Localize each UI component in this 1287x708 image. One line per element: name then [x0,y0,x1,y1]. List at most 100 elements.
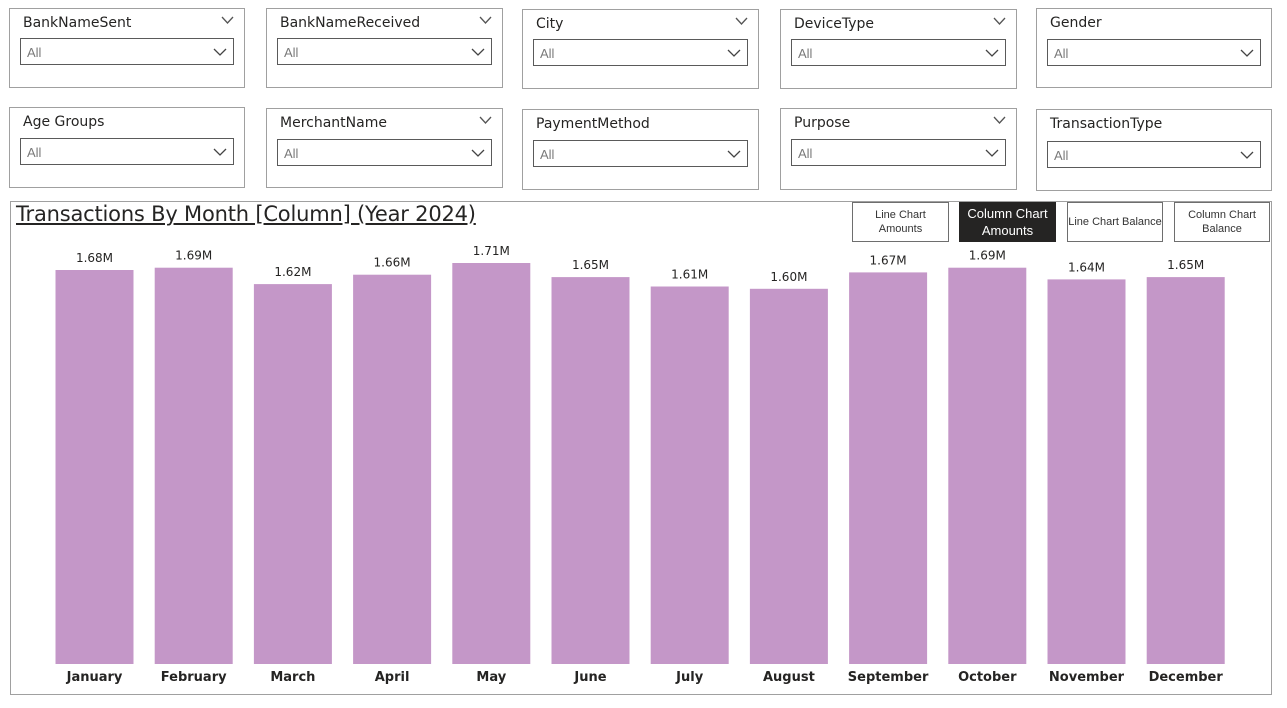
data-label: 1.69M [969,249,1006,263]
data-label: 1.69M [175,249,212,263]
chevron-down-icon [213,48,227,56]
slicer-dropdown[interactable]: All [533,39,748,66]
slicer-city: City All [522,9,759,89]
slicer-purpose: Purpose All [780,108,1017,190]
data-label: 1.65M [572,258,609,272]
data-label: 1.64M [1068,260,1105,274]
line-chart-amounts-button[interactable]: Line Chart Amounts [852,202,949,242]
slicer-dropdown[interactable]: All [1047,39,1261,66]
slicer-merchant-name: MerchantName All [266,108,503,188]
chevron-down-icon [1240,49,1254,57]
slicer-value: All [1054,46,1069,61]
bar-march[interactable] [253,284,332,664]
category-label: August [763,670,815,685]
chevron-down-icon[interactable] [221,15,234,25]
category-label: February [161,670,227,685]
slicer-value: All [540,46,555,61]
chevron-down-icon [213,148,227,156]
slicer-device-type: DeviceType All [780,9,1017,89]
category-label: January [66,670,123,685]
slicer-dropdown[interactable]: All [277,38,492,65]
slicer-dropdown[interactable]: All [20,38,234,65]
data-label: 1.60M [770,270,807,284]
category-label: July [675,670,704,685]
chevron-down-icon [985,49,999,57]
bar-september[interactable] [849,272,928,664]
slicer-title: BankNameSent [23,15,132,31]
column-chart: 1.68M January 1.69M February 1.62M March 1.66M… [55,244,1225,685]
button-label: Column Chart Balance [1188,209,1256,235]
bar-december[interactable] [1146,277,1225,664]
data-label: 1.62M [274,265,311,279]
button-label: Column Chart Amounts [967,206,1048,238]
bar-may[interactable] [452,263,531,664]
slicer-gender: Gender All [1036,8,1272,88]
button-label: Line Chart Amounts [875,209,926,235]
chart-title: Transactions By Month [Column] (Year 202… [16,202,476,226]
slicer-title: Gender [1050,15,1102,31]
slicer-value: All [27,45,42,60]
bar-february[interactable] [154,267,233,664]
bar-july[interactable] [650,286,729,665]
slicer-title: Age Groups [23,114,105,130]
slicer-transaction-type: TransactionType All [1036,109,1272,191]
chevron-down-icon[interactable] [735,16,748,26]
slicer-dropdown[interactable]: All [791,39,1006,66]
data-label: 1.66M [374,256,411,270]
chart-panel: 1.68M January 1.69M February 1.62M March 1.66M… [10,201,1272,695]
slicer-dropdown[interactable]: All [533,140,748,167]
category-label: October [958,670,1017,685]
data-label: 1.68M [76,251,113,265]
data-label: 1.65M [1167,258,1204,272]
category-label: April [375,670,410,685]
slicer-value: All [284,146,299,161]
slicer-value: All [284,45,299,60]
bar-november[interactable] [1047,279,1126,664]
slicer-dropdown[interactable]: All [791,139,1006,166]
category-label: June [573,670,606,685]
slicer-title: DeviceType [794,16,875,32]
slicer-value: All [798,146,813,161]
chevron-down-icon [985,149,999,157]
slicer-value: All [27,145,42,160]
slicer-title: City [536,16,564,32]
category-label: May [476,670,506,685]
chevron-down-icon [471,149,485,157]
slicer-dropdown[interactable]: All [20,138,234,165]
column-chart-amounts-button[interactable]: Column Chart Amounts [959,202,1056,242]
slicer-dropdown[interactable]: All [1047,141,1261,168]
slicer-value: All [540,147,555,162]
category-label: September [848,670,929,685]
category-label: March [270,670,315,685]
bar-april[interactable] [353,274,432,664]
chevron-down-icon[interactable] [479,15,492,25]
slicer-value: All [1054,148,1069,163]
data-label: 1.67M [870,253,907,267]
category-label: December [1149,670,1224,685]
slicer-title: BankNameReceived [280,15,421,31]
chevron-down-icon [727,49,741,57]
bar-august[interactable] [749,288,828,664]
slicer-title: Purpose [794,115,851,131]
slicer-age-groups: Age Groups All [9,107,245,188]
chevron-down-icon[interactable] [993,115,1006,125]
slicer-bank-name-sent: BankNameSent All [9,8,245,88]
slicer-title: MerchantName [280,115,387,131]
category-label: November [1049,670,1125,685]
line-chart-balance-button[interactable]: Line Chart Balance [1067,202,1163,242]
chevron-down-icon[interactable] [479,115,492,125]
chevron-down-icon [471,48,485,56]
bar-october[interactable] [948,267,1027,664]
slicer-bank-name-received: BankNameReceived All [266,8,503,88]
slicer-title: TransactionType [1050,116,1163,132]
chevron-down-icon [1240,151,1254,159]
slicer-payment-method: PaymentMethod All [522,109,759,190]
slicer-value: All [798,46,813,61]
slicer-dropdown[interactable]: All [277,139,492,166]
bar-january[interactable] [55,270,134,664]
data-label: 1.71M [473,244,510,258]
column-chart-balance-button[interactable]: Column Chart Balance [1174,202,1270,242]
bar-june[interactable] [551,277,630,664]
chevron-down-icon[interactable] [993,16,1006,26]
chevron-down-icon [727,150,741,158]
